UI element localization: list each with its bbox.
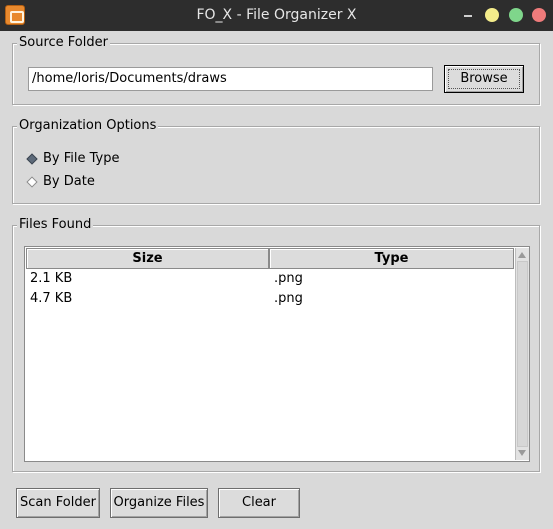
- maximize-button[interactable]: [509, 8, 523, 22]
- organize-files-button[interactable]: Organize Files: [110, 488, 208, 518]
- source-folder-legend: Source Folder: [17, 35, 110, 51]
- vertical-scrollbar[interactable]: [515, 248, 529, 460]
- scroll-trough[interactable]: [517, 261, 528, 447]
- files-table[interactable]: Size Type 2.1 KB .png 4.7 KB .png: [24, 246, 530, 462]
- cell-type: .png: [274, 271, 303, 286]
- cell-size: 2.1 KB: [30, 271, 73, 286]
- source-path-input[interactable]: /home/loris/Documents/draws: [28, 67, 433, 91]
- scroll-down-arrow-icon[interactable]: [518, 450, 526, 456]
- radio-label: By File Type: [43, 151, 120, 166]
- close-button[interactable]: [532, 8, 546, 22]
- table-row[interactable]: 4.7 KB .png: [26, 289, 514, 309]
- organization-options-legend: Organization Options: [17, 118, 159, 134]
- cell-type: .png: [274, 291, 303, 306]
- table-row[interactable]: 2.1 KB .png: [26, 269, 514, 289]
- cell-size: 4.7 KB: [30, 291, 73, 306]
- shade-button[interactable]: [485, 8, 499, 22]
- browse-button[interactable]: Browse: [444, 65, 524, 93]
- scan-folder-button[interactable]: Scan Folder: [16, 488, 100, 518]
- minimize-icon[interactable]: [464, 15, 472, 17]
- radio-label: By Date: [43, 174, 95, 189]
- column-header-type[interactable]: Type: [269, 248, 514, 269]
- title-bar[interactable]: FO_X - File Organizer X: [0, 0, 553, 31]
- clear-button[interactable]: Clear: [218, 488, 300, 518]
- scroll-up-arrow-icon[interactable]: [518, 252, 526, 258]
- files-found-legend: Files Found: [17, 217, 94, 233]
- column-header-size[interactable]: Size: [26, 248, 269, 269]
